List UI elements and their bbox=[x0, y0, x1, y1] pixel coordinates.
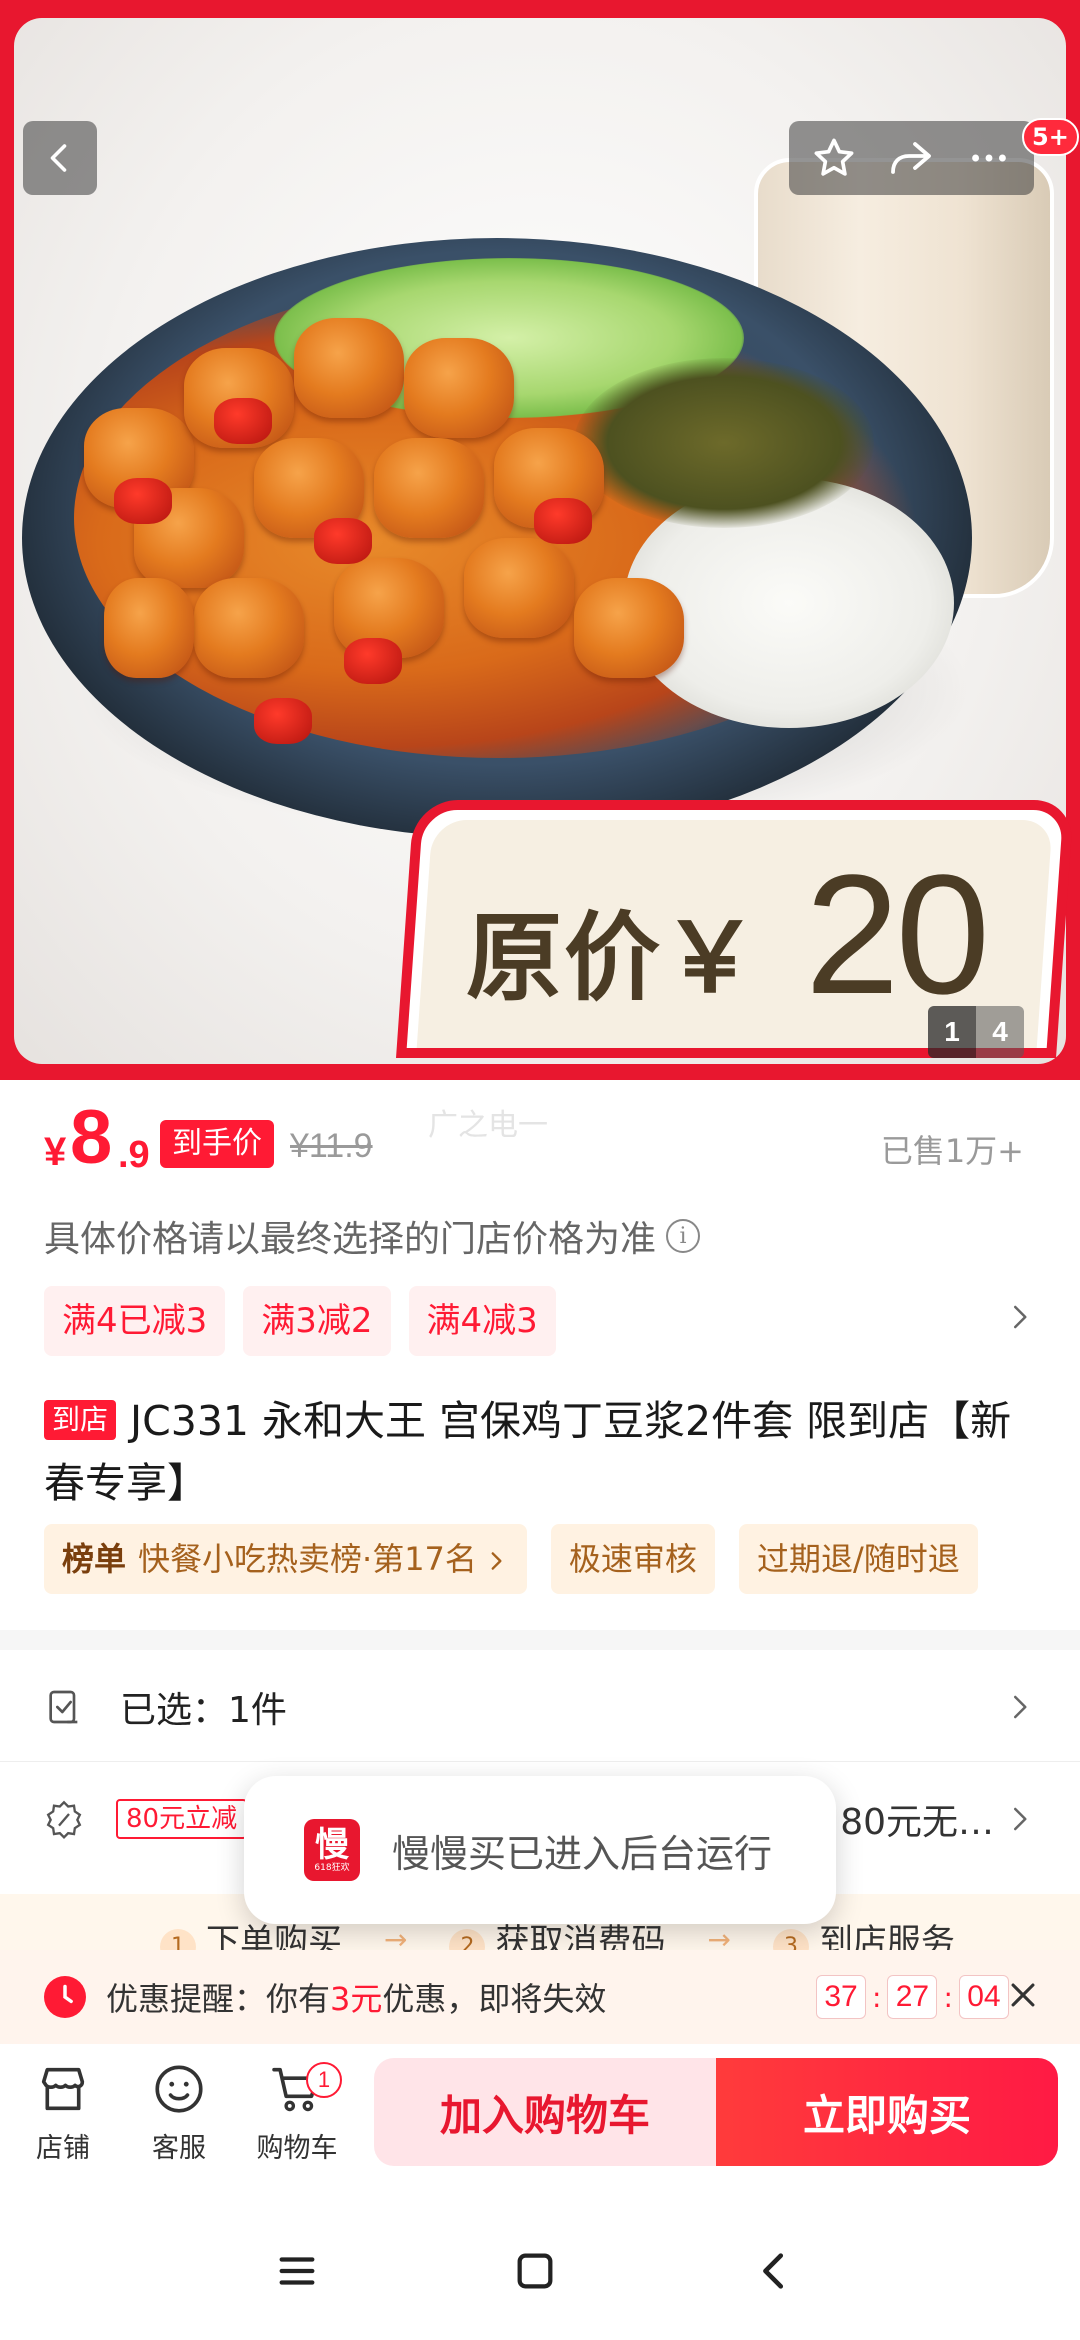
final-price-tag: 到手价 bbox=[160, 1120, 274, 1168]
coupon-text: 80元无… bbox=[840, 1802, 994, 1843]
home-button[interactable] bbox=[512, 2248, 558, 2298]
app-logo-icon: 慢 618狂欢 bbox=[304, 1819, 360, 1881]
in-store-tag: 到店 bbox=[44, 1400, 117, 1440]
share-button[interactable] bbox=[876, 121, 946, 195]
pager-current: 1 bbox=[928, 1006, 976, 1058]
back-button[interactable] bbox=[23, 121, 97, 195]
ranking-tag[interactable]: 榜单 快餐小吃热卖榜·第17名 bbox=[44, 1524, 527, 1594]
pager-total: 4 bbox=[976, 1006, 1024, 1058]
refund-policy-tag: 过期退/随时退 bbox=[738, 1524, 978, 1594]
store-button[interactable]: 店铺 bbox=[8, 2060, 118, 2165]
price-currency: ¥ bbox=[44, 1130, 67, 1174]
price-note: 具体价格请以最终选择的门店价格为准 i bbox=[44, 1210, 701, 1262]
countdown-timer: 37 : 27 : 04 bbox=[816, 1975, 1009, 2019]
countdown-hours: 37 bbox=[816, 1975, 866, 2019]
product-title: 到店 JC331 永和大王 宫保鸡丁豆浆2件套 限到店【新春专享】 bbox=[44, 1390, 1044, 1514]
price-integer: 8 bbox=[70, 1095, 113, 1180]
customer-service-button[interactable]: 客服 bbox=[124, 2060, 234, 2165]
triangle-back-icon bbox=[763, 2253, 784, 2289]
menu-lines-icon bbox=[279, 2257, 315, 2285]
background-running-toast: 慢 618狂欢 慢慢买已进入后台运行 bbox=[244, 1776, 836, 1924]
add-to-cart-button[interactable]: 加入购物车 bbox=[374, 2058, 716, 2166]
share-arrow-icon bbox=[891, 142, 932, 174]
coupon-tag: 80元立减 bbox=[116, 1799, 248, 1839]
watermark-text: 广之电一 bbox=[428, 1108, 548, 1143]
fast-review-tag: 极速审核 bbox=[550, 1524, 715, 1594]
price-note-text: 具体价格请以最终选择的门店价格为准 bbox=[44, 1219, 657, 1260]
close-icon bbox=[1011, 1983, 1035, 2007]
smiley-icon bbox=[155, 2065, 203, 2113]
countdown-minutes: 27 bbox=[887, 1975, 938, 2019]
promo-chip[interactable]: 满3减2 bbox=[243, 1286, 391, 1356]
clipboard-check-icon bbox=[49, 1690, 78, 1723]
clock-icon bbox=[44, 1976, 86, 2018]
selected-spec-row[interactable]: 已选：1件 bbox=[0, 1652, 1080, 1762]
message-count-badge: 5+ bbox=[1022, 118, 1079, 156]
more-button[interactable] bbox=[954, 121, 1024, 195]
more-dots-icon bbox=[972, 154, 1007, 162]
chevron-right-icon bbox=[491, 1552, 502, 1570]
toast-text: 慢慢买已进入后台运行 bbox=[392, 1831, 773, 1876]
product-image-carousel[interactable]: 原价￥ 20 5+ 1 4 bbox=[0, 0, 1080, 1080]
reminder-amount: 3元 bbox=[330, 1980, 383, 2018]
countdown-seconds: 04 bbox=[958, 1975, 1009, 2019]
promo-chip[interactable]: 满4减3 bbox=[408, 1286, 556, 1356]
selected-spec-text: 已选：1件 bbox=[120, 1689, 287, 1731]
ranking-text: 快餐小吃热卖榜·第17名 bbox=[138, 1540, 477, 1578]
original-price-value: 20 bbox=[805, 840, 990, 1030]
chevron-right-icon bbox=[1014, 1305, 1027, 1329]
top-action-group bbox=[789, 121, 1034, 195]
original-price-label: 原价￥ bbox=[466, 902, 760, 1014]
close-reminder-button[interactable] bbox=[1006, 1978, 1040, 2016]
price-decimal: .9 bbox=[118, 1134, 150, 1176]
store-icon bbox=[41, 2067, 85, 2111]
image-pager: 1 4 bbox=[928, 1006, 1024, 1058]
section-divider bbox=[0, 1630, 1080, 1650]
ranking-label: 榜单 bbox=[62, 1540, 127, 1578]
chevron-right-icon bbox=[1014, 1807, 1027, 1831]
recent-apps-button[interactable] bbox=[274, 2248, 320, 2298]
square-icon bbox=[517, 2253, 553, 2289]
sold-count: 已售1万+ bbox=[880, 1132, 1024, 1170]
promo-chip[interactable]: 满4已减3 bbox=[44, 1286, 226, 1356]
favorite-button[interactable] bbox=[799, 121, 869, 195]
system-back-button[interactable] bbox=[752, 2248, 798, 2298]
product-title-text: JC331 永和大王 宫保鸡丁豆浆2件套 限到店【新春专享】 bbox=[44, 1397, 1012, 1507]
promo-more-button[interactable] bbox=[1004, 1302, 1034, 1336]
chevron-right-icon bbox=[1014, 1695, 1027, 1718]
discount-reminder-bar[interactable]: 优惠提醒：你有3元优惠，即将失效 37 : 27 : 04 bbox=[0, 1950, 1080, 2044]
info-icon[interactable]: i bbox=[666, 1219, 701, 1253]
chevron-left-icon bbox=[50, 144, 67, 172]
service-tags: 榜单 快餐小吃热卖榜·第17名 极速审核 过期退/随时退 bbox=[44, 1524, 978, 1594]
cart-count-badge: 1 bbox=[306, 2062, 342, 2098]
discount-badge-icon bbox=[46, 1800, 82, 1839]
promo-list[interactable]: 满4已减3 满3减2 满4减3 bbox=[44, 1286, 556, 1356]
old-price: ¥11.9 bbox=[290, 1127, 373, 1165]
star-icon bbox=[814, 138, 854, 176]
buy-now-button[interactable]: 立即购买 bbox=[716, 2058, 1058, 2166]
reminder-text: 优惠提醒：你有3元优惠，即将失效 bbox=[106, 1980, 607, 2018]
